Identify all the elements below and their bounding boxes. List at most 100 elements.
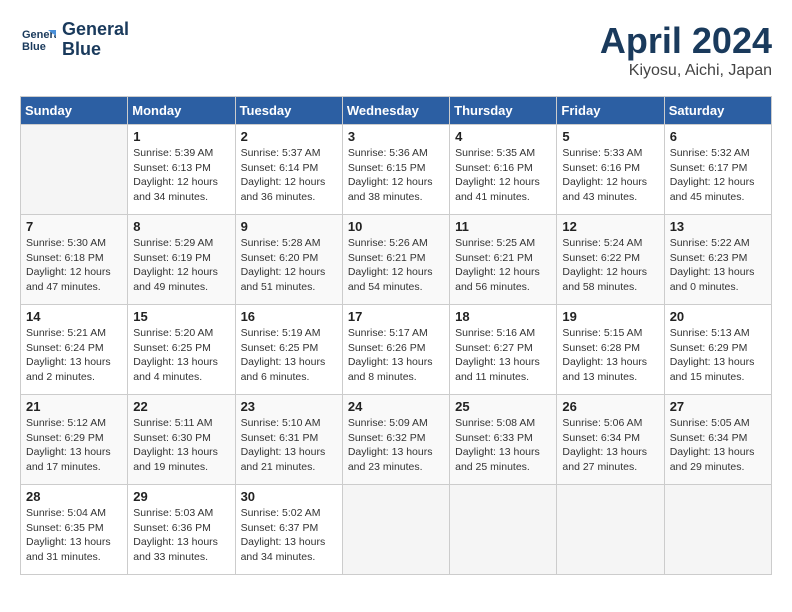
- col-header-saturday: Saturday: [664, 97, 771, 125]
- day-number: 1: [133, 129, 229, 144]
- day-info: Sunrise: 5:21 AM Sunset: 6:24 PM Dayligh…: [26, 326, 122, 385]
- day-number: 26: [562, 399, 658, 414]
- calendar-cell: 11 Sunrise: 5:25 AM Sunset: 6:21 PM Dayli…: [450, 215, 557, 305]
- day-number: 9: [241, 219, 337, 234]
- calendar-cell: 1Sunrise: 5:39 AM Sunset: 6:13 PM Daylig…: [128, 125, 235, 215]
- calendar-cell: 22Sunrise: 5:11 AM Sunset: 6:30 PM Dayli…: [128, 395, 235, 485]
- day-number: 28: [26, 489, 122, 504]
- day-info: Sunrise: 5:08 AM Sunset: 6:33 PM Dayligh…: [455, 416, 551, 475]
- calendar-cell: 28 Sunrise: 5:04 AM Sunset: 6:35 PM Dayli…: [21, 485, 128, 575]
- calendar-cell: 6 Sunrise: 5:32 AM Sunset: 6:17 PM Daylig…: [664, 125, 771, 215]
- calendar-week-3: 14 Sunrise: 5:21 AM Sunset: 6:24 PM Dayli…: [21, 305, 772, 395]
- day-info: Sunrise: 5:12 AM Sunset: 6:29 PM Dayligh…: [26, 416, 122, 475]
- title-block: April 2024 Kiyosu, Aichi, Japan: [600, 20, 772, 80]
- calendar-cell: 17 Sunrise: 5:17 AM Sunset: 6:26 PM Dayli…: [342, 305, 449, 395]
- calendar-cell: [342, 485, 449, 575]
- day-number: 2: [241, 129, 337, 144]
- col-header-thursday: Thursday: [450, 97, 557, 125]
- logo-line1: General: [62, 20, 129, 40]
- day-number: 7: [26, 219, 122, 234]
- day-number: 3: [348, 129, 444, 144]
- day-info: Sunrise: 5:05 AM Sunset: 6:34 PM Dayligh…: [670, 416, 766, 475]
- calendar-cell: 25 Sunrise: 5:08 AM Sunset: 6:33 PM Dayli…: [450, 395, 557, 485]
- calendar-cell: 30 Sunrise: 5:02 AM Sunset: 6:37 PM Dayli…: [235, 485, 342, 575]
- calendar-week-1: 1Sunrise: 5:39 AM Sunset: 6:13 PM Daylig…: [21, 125, 772, 215]
- day-number: 13: [670, 219, 766, 234]
- page-header: General Blue General Blue April 2024 Kiy…: [20, 20, 772, 80]
- calendar-cell: 13 Sunrise: 5:22 AM Sunset: 6:23 PM Dayli…: [664, 215, 771, 305]
- day-number: 17: [348, 309, 444, 324]
- day-info: Sunrise: 5:16 AM Sunset: 6:27 PM Dayligh…: [455, 326, 551, 385]
- day-info: Sunrise: 5:13 AM Sunset: 6:29 PM Dayligh…: [670, 326, 766, 385]
- calendar-cell: 4Sunrise: 5:35 AM Sunset: 6:16 PM Daylig…: [450, 125, 557, 215]
- day-info: Sunrise: 5:19 AM Sunset: 6:25 PM Dayligh…: [241, 326, 337, 385]
- calendar-cell: 5 Sunrise: 5:33 AM Sunset: 6:16 PM Daylig…: [557, 125, 664, 215]
- day-info: Sunrise: 5:10 AM Sunset: 6:31 PM Dayligh…: [241, 416, 337, 475]
- col-header-tuesday: Tuesday: [235, 97, 342, 125]
- day-info: Sunrise: 5:03 AM Sunset: 6:36 PM Dayligh…: [133, 506, 229, 565]
- calendar-cell: 21 Sunrise: 5:12 AM Sunset: 6:29 PM Dayli…: [21, 395, 128, 485]
- day-number: 24: [348, 399, 444, 414]
- calendar-cell: [450, 485, 557, 575]
- svg-text:Blue: Blue: [22, 41, 46, 53]
- day-info: Sunrise: 5:29 AM Sunset: 6:19 PM Dayligh…: [133, 236, 229, 295]
- calendar-cell: 8 Sunrise: 5:29 AM Sunset: 6:19 PM Daylig…: [128, 215, 235, 305]
- day-info: Sunrise: 5:28 AM Sunset: 6:20 PM Dayligh…: [241, 236, 337, 295]
- day-number: 11: [455, 219, 551, 234]
- day-info: Sunrise: 5:26 AM Sunset: 6:21 PM Dayligh…: [348, 236, 444, 295]
- day-number: 30: [241, 489, 337, 504]
- day-number: 18: [455, 309, 551, 324]
- calendar-header-row: SundayMondayTuesdayWednesdayThursdayFrid…: [21, 97, 772, 125]
- calendar-cell: 29 Sunrise: 5:03 AM Sunset: 6:36 PM Dayli…: [128, 485, 235, 575]
- day-number: 23: [241, 399, 337, 414]
- calendar-cell: 24 Sunrise: 5:09 AM Sunset: 6:32 PM Dayli…: [342, 395, 449, 485]
- col-header-monday: Monday: [128, 97, 235, 125]
- day-info: Sunrise: 5:11 AM Sunset: 6:30 PM Dayligh…: [133, 416, 229, 475]
- day-info: Sunrise: 5:35 AM Sunset: 6:16 PM Dayligh…: [455, 146, 551, 205]
- day-info: Sunrise: 5:15 AM Sunset: 6:28 PM Dayligh…: [562, 326, 658, 385]
- day-number: 19: [562, 309, 658, 324]
- logo: General Blue General Blue: [20, 20, 129, 60]
- day-info: Sunrise: 5:24 AM Sunset: 6:22 PM Dayligh…: [562, 236, 658, 295]
- day-info: Sunrise: 5:09 AM Sunset: 6:32 PM Dayligh…: [348, 416, 444, 475]
- calendar-table: SundayMondayTuesdayWednesdayThursdayFrid…: [20, 96, 772, 575]
- day-number: 8: [133, 219, 229, 234]
- day-info: Sunrise: 5:25 AM Sunset: 6:21 PM Dayligh…: [455, 236, 551, 295]
- calendar-cell: 2Sunrise: 5:37 AM Sunset: 6:14 PM Daylig…: [235, 125, 342, 215]
- day-number: 29: [133, 489, 229, 504]
- col-header-wednesday: Wednesday: [342, 97, 449, 125]
- day-number: 6: [670, 129, 766, 144]
- day-info: Sunrise: 5:04 AM Sunset: 6:35 PM Dayligh…: [26, 506, 122, 565]
- day-info: Sunrise: 5:32 AM Sunset: 6:17 PM Dayligh…: [670, 146, 766, 205]
- day-info: Sunrise: 5:20 AM Sunset: 6:25 PM Dayligh…: [133, 326, 229, 385]
- calendar-cell: [21, 125, 128, 215]
- calendar-cell: 26 Sunrise: 5:06 AM Sunset: 6:34 PM Dayli…: [557, 395, 664, 485]
- day-number: 21: [26, 399, 122, 414]
- day-number: 16: [241, 309, 337, 324]
- day-number: 25: [455, 399, 551, 414]
- col-header-friday: Friday: [557, 97, 664, 125]
- calendar-cell: 9 Sunrise: 5:28 AM Sunset: 6:20 PM Daylig…: [235, 215, 342, 305]
- logo-icon: General Blue: [20, 22, 56, 58]
- day-info: Sunrise: 5:06 AM Sunset: 6:34 PM Dayligh…: [562, 416, 658, 475]
- page-title: April 2024: [600, 20, 772, 62]
- day-info: Sunrise: 5:02 AM Sunset: 6:37 PM Dayligh…: [241, 506, 337, 565]
- calendar-cell: [664, 485, 771, 575]
- logo-line2: Blue: [62, 40, 129, 60]
- day-info: Sunrise: 5:33 AM Sunset: 6:16 PM Dayligh…: [562, 146, 658, 205]
- calendar-cell: 15Sunrise: 5:20 AM Sunset: 6:25 PM Dayli…: [128, 305, 235, 395]
- calendar-cell: [557, 485, 664, 575]
- calendar-week-5: 28 Sunrise: 5:04 AM Sunset: 6:35 PM Dayli…: [21, 485, 772, 575]
- calendar-cell: 10Sunrise: 5:26 AM Sunset: 6:21 PM Dayli…: [342, 215, 449, 305]
- calendar-cell: 14 Sunrise: 5:21 AM Sunset: 6:24 PM Dayli…: [21, 305, 128, 395]
- calendar-cell: 19 Sunrise: 5:15 AM Sunset: 6:28 PM Dayli…: [557, 305, 664, 395]
- day-info: Sunrise: 5:17 AM Sunset: 6:26 PM Dayligh…: [348, 326, 444, 385]
- calendar-cell: 20 Sunrise: 5:13 AM Sunset: 6:29 PM Dayli…: [664, 305, 771, 395]
- day-number: 14: [26, 309, 122, 324]
- day-number: 20: [670, 309, 766, 324]
- col-header-sunday: Sunday: [21, 97, 128, 125]
- calendar-cell: 23 Sunrise: 5:10 AM Sunset: 6:31 PM Dayli…: [235, 395, 342, 485]
- day-info: Sunrise: 5:22 AM Sunset: 6:23 PM Dayligh…: [670, 236, 766, 295]
- day-number: 5: [562, 129, 658, 144]
- day-info: Sunrise: 5:30 AM Sunset: 6:18 PM Dayligh…: [26, 236, 122, 295]
